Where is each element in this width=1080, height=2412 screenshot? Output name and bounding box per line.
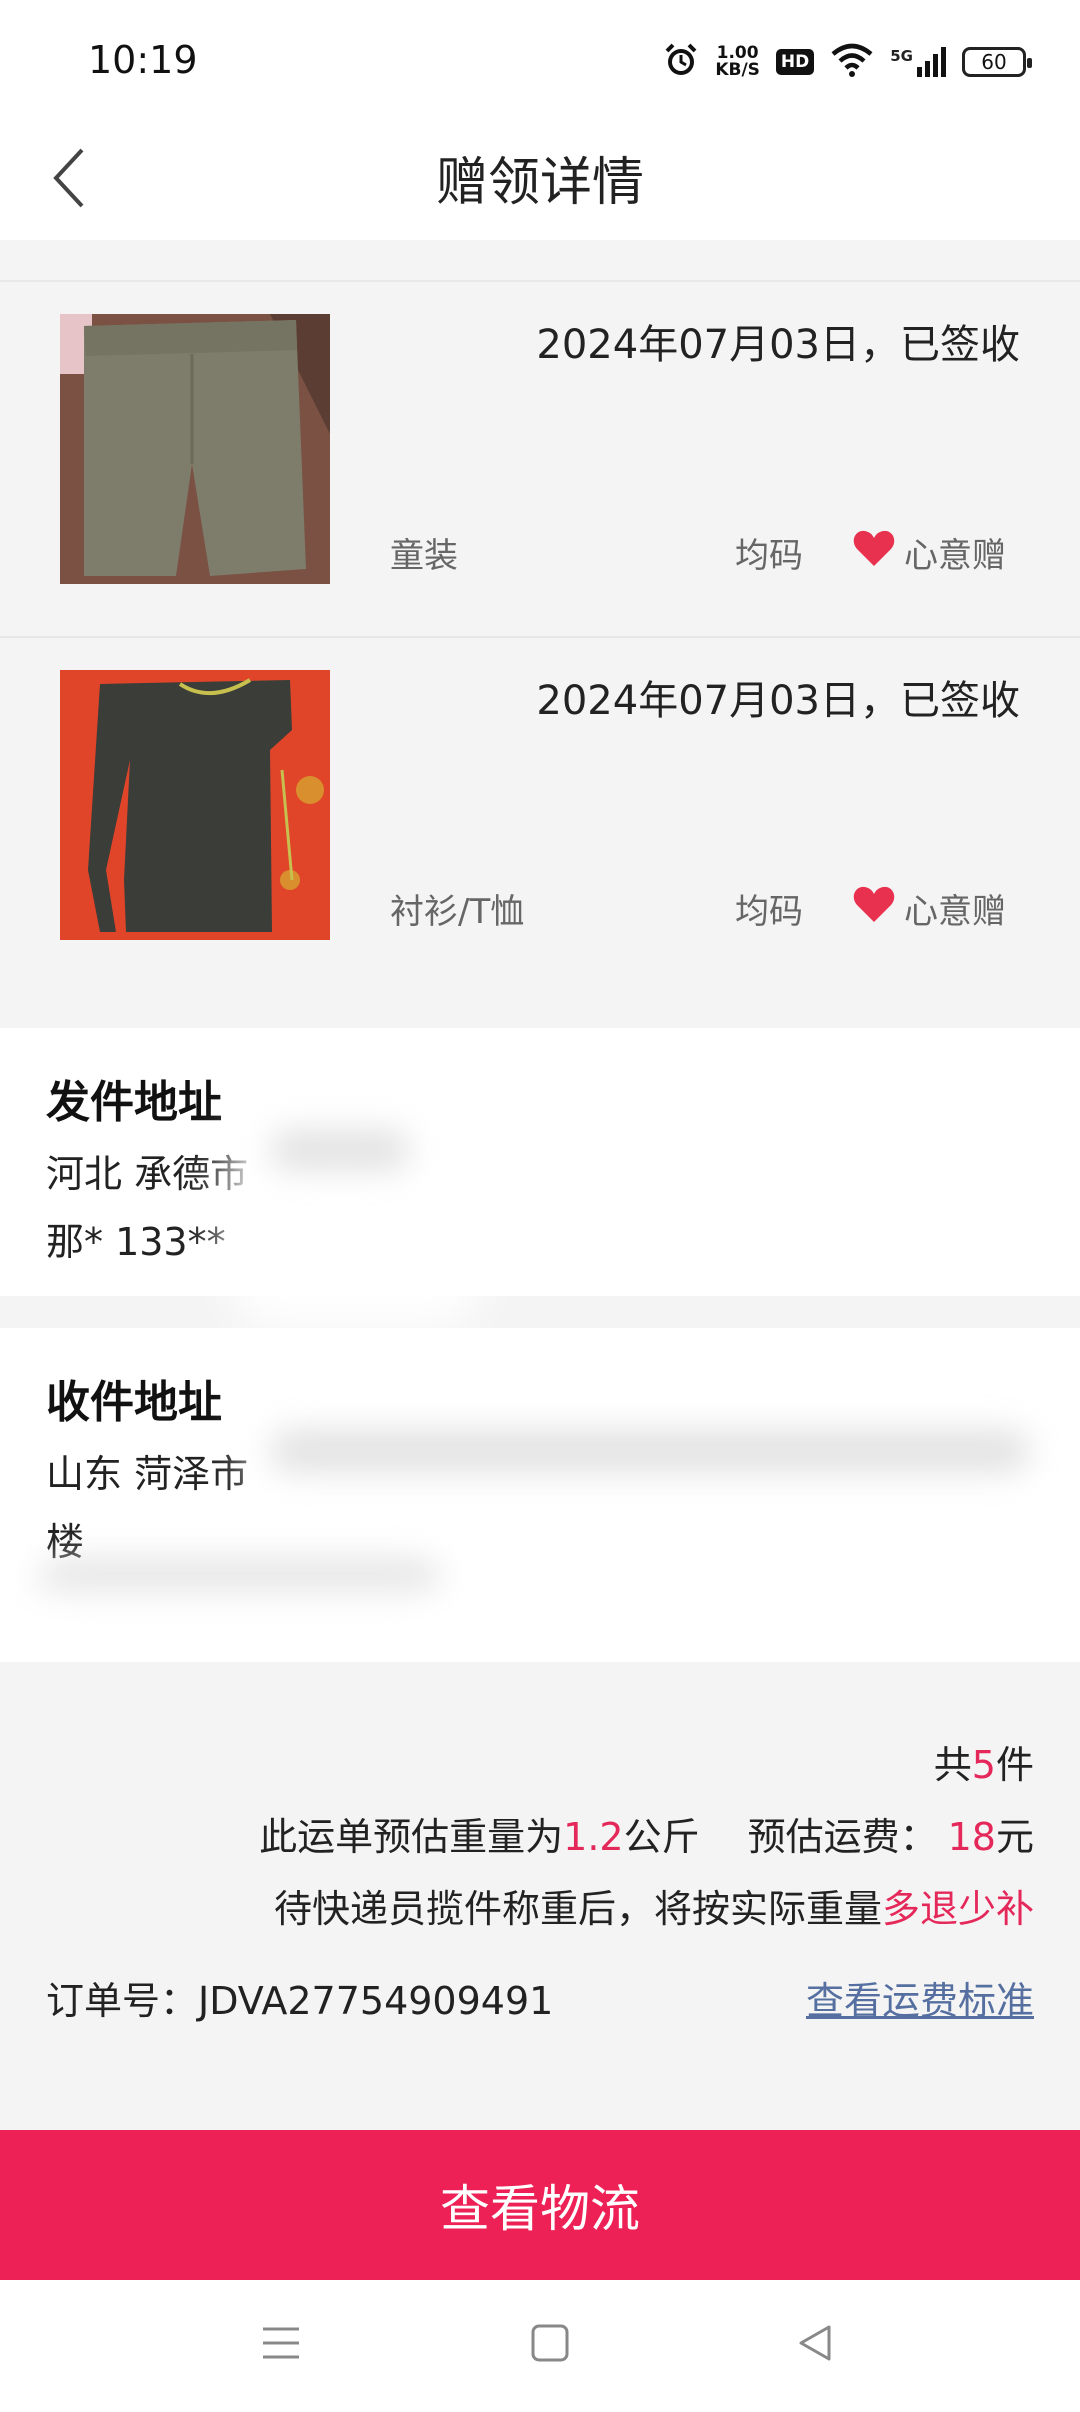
status-bar: 10:19 1.00 KB/S HD 5G 60 bbox=[0, 0, 1080, 120]
nav-bar: 赠领详情 bbox=[0, 120, 1080, 240]
goods-status: 2024年07月03日，已签收 bbox=[536, 678, 1020, 724]
system-back-button[interactable] bbox=[780, 2310, 850, 2380]
sender-address-card: 发件地址 河北 承德市 那* 133** bbox=[0, 1028, 1080, 1332]
redacted-area bbox=[0, 1588, 560, 1668]
gift-label: 心意赠 bbox=[904, 892, 1006, 932]
hd-icon: HD bbox=[775, 49, 815, 75]
gift-label: 心意赠 bbox=[904, 536, 1006, 576]
redacted-area bbox=[270, 1430, 1030, 1472]
goods-item[interactable]: 2024年07月03日，已签收 衬衫/T恤 均码 心意赠 bbox=[0, 638, 1080, 994]
goods-size: 均码 bbox=[735, 892, 803, 932]
goods-image-shorts[interactable] bbox=[60, 314, 330, 584]
redacted-area bbox=[270, 1130, 410, 1170]
status-icons: 1.00 KB/S HD 5G 60 bbox=[663, 38, 1032, 86]
menu-button[interactable] bbox=[246, 2310, 316, 2380]
alarm-icon bbox=[663, 42, 699, 82]
goods-category: 童装 bbox=[390, 536, 458, 576]
battery-icon: 60 bbox=[962, 47, 1032, 77]
fee-standard-link[interactable]: 查看运费标准 bbox=[806, 1970, 1034, 2025]
goods-status: 2024年07月03日，已签收 bbox=[536, 322, 1020, 368]
goods-image-shirt[interactable] bbox=[60, 670, 330, 940]
status-time: 10:19 bbox=[88, 38, 198, 82]
goods-size: 均码 bbox=[735, 536, 803, 576]
goods-category: 衬衫/T恤 bbox=[390, 892, 525, 932]
heart-icon bbox=[852, 528, 896, 577]
network-speed: 1.00 KB/S bbox=[715, 43, 760, 80]
weight-note: 待快递员揽件称重后，将按实际重量多退少补 bbox=[273, 1887, 1034, 1931]
sender-address-title: 发件地址 bbox=[46, 1077, 222, 1128]
heart-icon bbox=[852, 884, 896, 933]
gift-tag: 心意赠 bbox=[852, 884, 1006, 933]
triangle-back-icon bbox=[795, 2323, 835, 2367]
weight-fee-line: 此运单预估重量为1.2公斤 预估运费： 18元 bbox=[259, 1815, 1034, 1859]
system-nav-bar bbox=[0, 2280, 1080, 2412]
home-button[interactable] bbox=[515, 2310, 585, 2380]
order-summary: 共5件 此运单预估重量为1.2公斤 预估运费： 18元 待快递员揽件称重后，将按实际… bbox=[0, 1662, 1080, 2132]
gift-tag: 心意赠 bbox=[852, 528, 1006, 577]
square-icon bbox=[530, 2323, 570, 2367]
menu-icon bbox=[261, 2325, 301, 2365]
view-logistics-button[interactable]: 查看物流 bbox=[0, 2130, 1080, 2280]
item-count: 共5件 bbox=[933, 1743, 1034, 1787]
sender-contact-line: 那* 133** bbox=[46, 1220, 226, 1264]
order-number: 订单号：JDVA27754909491 bbox=[46, 1979, 554, 2023]
receiver-address-card: 收件地址 山东 菏泽市 楼 bbox=[0, 1328, 1080, 1668]
wifi-icon bbox=[830, 43, 874, 81]
goods-list: 2024年07月03日，已签收 童装 均码 心意赠 2024年07月03日，已签… bbox=[0, 280, 1080, 1028]
page-title: 赠领详情 bbox=[435, 153, 644, 213]
sender-address-line: 河北 承德市 bbox=[46, 1152, 249, 1196]
signal-5g-icon: 5G bbox=[890, 47, 946, 77]
goods-item[interactable]: 2024年07月03日，已签收 童装 均码 心意赠 bbox=[0, 282, 1080, 638]
